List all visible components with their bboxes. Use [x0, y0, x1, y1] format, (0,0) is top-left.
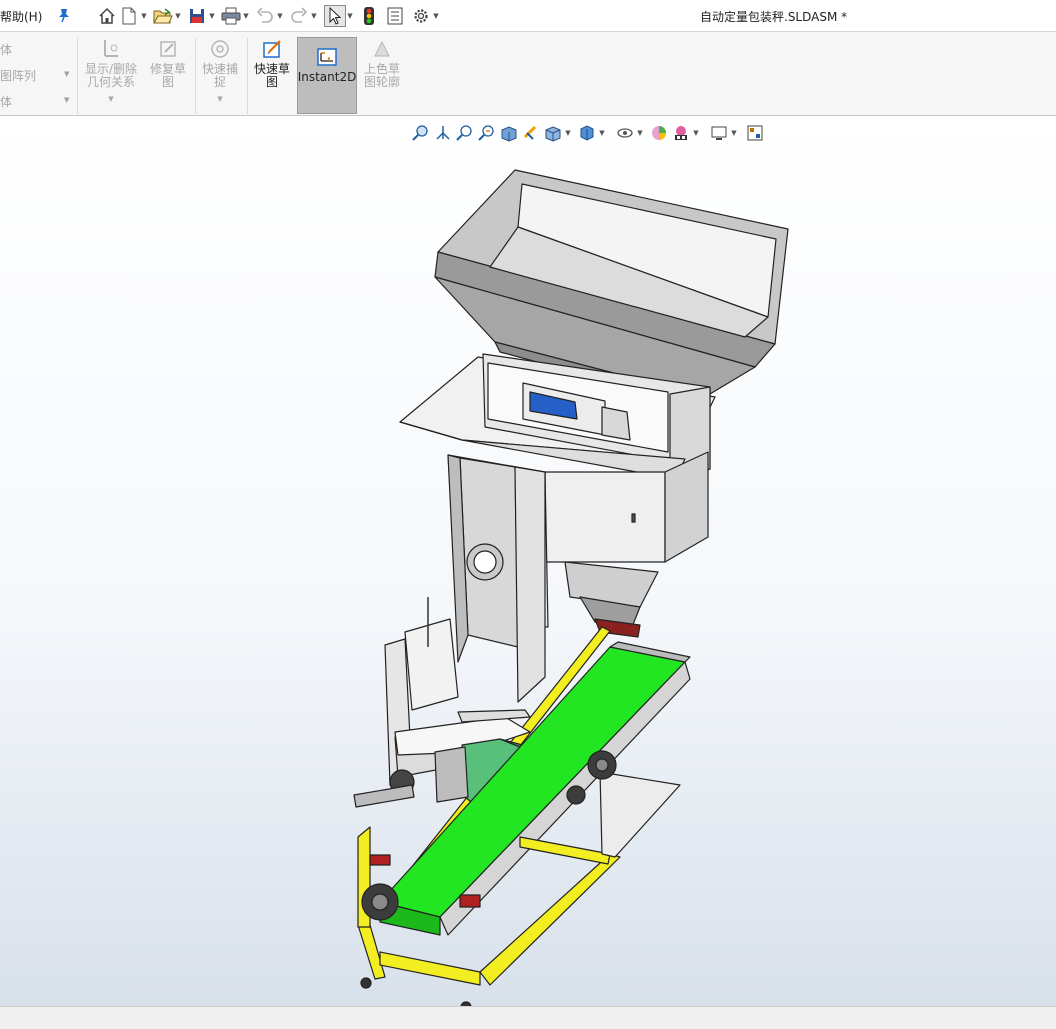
command-manager-ribbon: 体 图阵列 ▼ 体 ▼ 显示/删除 几何关系 ▼ 修复草 图 快速捕 捉 ▼ 快…: [0, 32, 1056, 116]
shaded-sketch-contours-button[interactable]: 上色草 图轮廓: [360, 38, 404, 89]
repair-sketch-button[interactable]: 修复草 图: [146, 38, 190, 89]
dynamic-annotation-icon[interactable]: [498, 122, 520, 144]
ribbon-left-label-1[interactable]: 体: [0, 41, 12, 58]
title-bar: 帮助(H) ▼ ▼ ▼ ▼ ▼ ▼ ▼ ▼ 自动定量包装秤.SLDASM *: [0, 0, 1056, 32]
redo-icon[interactable]: [288, 5, 310, 27]
quick-snaps-label: 快速捕 捉: [201, 62, 238, 89]
viewport-options-icon[interactable]: [744, 122, 766, 144]
repair-sketch-icon: [160, 41, 176, 57]
open-dropdown-caret[interactable]: ▼: [174, 5, 182, 27]
zoom-to-area-icon[interactable]: [432, 122, 454, 144]
snaps-dropdown-caret[interactable]: ▼: [217, 93, 222, 106]
rebuild-traffic-light-icon[interactable]: [358, 5, 380, 27]
repair-sketch-label: 修复草 图: [149, 62, 186, 89]
rapid-sketch-label: 快速草 图: [253, 62, 290, 89]
quick-snaps-icon: [211, 40, 229, 58]
status-bar: [0, 1006, 1056, 1029]
ribbon-left-label-3[interactable]: 体: [0, 93, 12, 110]
print-icon[interactable]: [220, 5, 242, 27]
home-icon[interactable]: [96, 5, 118, 27]
previous-view-icon[interactable]: [454, 122, 476, 144]
ribbon-divider: [195, 38, 196, 114]
hide-show-dropdown-caret[interactable]: ▼: [598, 129, 606, 137]
hide-show-items-icon[interactable]: [576, 122, 598, 144]
save-dropdown-caret[interactable]: ▼: [208, 5, 216, 27]
ribbon-left-label-2[interactable]: 图阵列: [0, 67, 36, 84]
graphics-area[interactable]: ▼ ▼ ▼ ▼ ▼: [0, 117, 1056, 1006]
instant2d-icon: [317, 48, 337, 66]
rapid-sketch-button[interactable]: 快速草 图: [250, 38, 294, 89]
scene-dropdown-caret[interactable]: ▼: [692, 129, 700, 137]
select-dropdown-caret[interactable]: ▼: [346, 5, 354, 27]
relations-dropdown-caret[interactable]: ▼: [108, 93, 113, 106]
ribbon-divider: [247, 38, 248, 114]
options-dropdown-caret[interactable]: ▼: [432, 5, 440, 27]
file-properties-icon[interactable]: [384, 5, 406, 27]
instant2d-button[interactable]: Instant2D: [297, 37, 357, 114]
show-delete-relations-button[interactable]: 显示/删除 几何关系 ▼: [82, 38, 140, 106]
ribbon-divider: [77, 38, 78, 114]
discharge-clamp: [564, 561, 659, 638]
edit-appearance-icon[interactable]: [614, 122, 636, 144]
display-style-dropdown-caret[interactable]: ▼: [564, 129, 572, 137]
options-gear-icon[interactable]: [410, 5, 432, 27]
body-dropdown-caret[interactable]: ▼: [64, 96, 69, 104]
document-title: 自动定量包装秤.SLDASM *: [700, 10, 848, 24]
display-style-icon[interactable]: [542, 122, 564, 144]
weighing-cabinet: [399, 353, 716, 563]
new-dropdown-caret[interactable]: ▼: [140, 5, 148, 27]
view-orientation-icon[interactable]: [520, 122, 542, 144]
instant2d-label: Instant2D: [297, 70, 357, 84]
view-settings-icon[interactable]: [670, 122, 692, 144]
apply-scene-icon[interactable]: [648, 122, 670, 144]
monitor-dropdown-caret[interactable]: ▼: [730, 129, 738, 137]
save-icon[interactable]: [186, 5, 208, 27]
show-delete-relations-label: 显示/删除 几何关系: [84, 62, 138, 89]
relations-icon: [104, 40, 118, 57]
new-document-icon[interactable]: [118, 5, 140, 27]
shaded-sketch-contours-label: 上色草 图轮廓: [363, 62, 400, 89]
quick-snaps-button[interactable]: 快速捕 捉 ▼: [198, 38, 242, 106]
open-folder-icon[interactable]: [152, 5, 174, 27]
shaded-contours-icon: [374, 40, 390, 57]
undo-icon[interactable]: [254, 5, 276, 27]
help-menu[interactable]: 帮助(H): [0, 8, 42, 25]
support-column: [447, 454, 549, 703]
print-dropdown-caret[interactable]: ▼: [242, 5, 250, 27]
pin-icon[interactable]: [57, 7, 71, 23]
rapid-sketch-icon: [263, 40, 281, 58]
monitor-icon[interactable]: [708, 122, 730, 144]
appearance-dropdown-caret[interactable]: ▼: [636, 129, 644, 137]
quick-access-toolbar: ▼ ▼ ▼ ▼ ▼ ▼ ▼ ▼: [96, 5, 440, 27]
pattern-dropdown-caret[interactable]: ▼: [64, 70, 69, 78]
section-view-icon[interactable]: [476, 122, 498, 144]
redo-dropdown-caret[interactable]: ▼: [310, 5, 318, 27]
heads-up-view-toolbar: ▼ ▼ ▼ ▼ ▼: [410, 122, 766, 144]
zoom-to-fit-icon[interactable]: [410, 122, 432, 144]
assembly-3d-model[interactable]: [340, 157, 800, 1006]
select-cursor-icon[interactable]: [324, 5, 346, 27]
undo-dropdown-caret[interactable]: ▼: [276, 5, 284, 27]
